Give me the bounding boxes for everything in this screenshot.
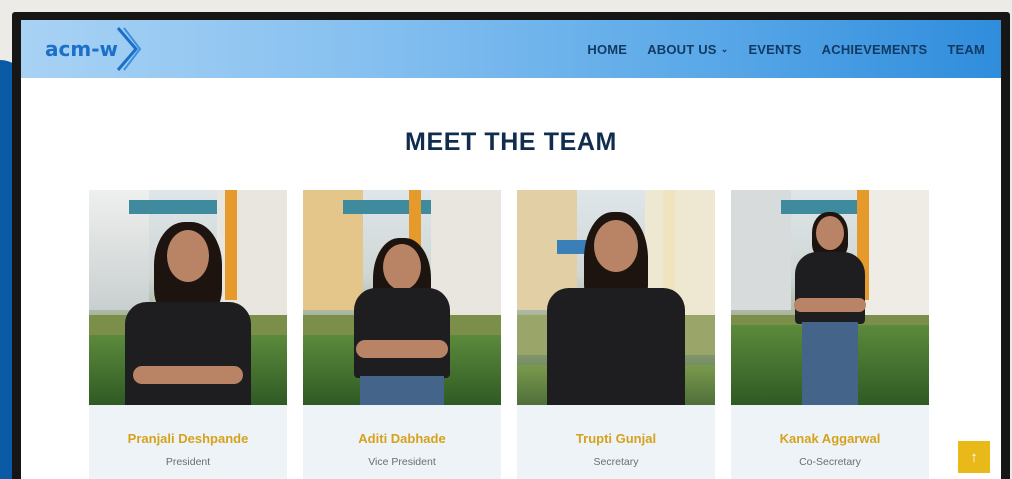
nav-events-label: EVENTS xyxy=(748,41,802,57)
team-card-info: Trupti Gunjal Secretary xyxy=(517,405,715,479)
logo-diamond-icon xyxy=(116,27,142,71)
team-member-photo xyxy=(303,190,501,405)
member-role: Co-Secretary xyxy=(799,456,861,468)
nav-events[interactable]: EVENTS xyxy=(748,42,801,57)
team-card[interactable]: Aditi Dabhade Vice President xyxy=(303,190,501,479)
member-role: Vice President xyxy=(368,456,436,468)
nav-about-us-label: ABOUT US xyxy=(647,41,717,57)
team-card-info: Pranjali Deshpande President xyxy=(89,405,287,479)
member-role: Secretary xyxy=(593,456,639,468)
navbar: acm-w HOME ABOUT US ⌄ EVENTS ACHIEVEMENT… xyxy=(21,20,1001,78)
member-name: Aditi Dabhade xyxy=(358,431,446,446)
nav-team-label: TEAM xyxy=(947,41,985,57)
team-card[interactable]: Pranjali Deshpande President xyxy=(89,190,287,479)
member-name: Kanak Aggarwal xyxy=(779,431,881,446)
section-title: MEET THE TEAM xyxy=(405,128,617,156)
team-card-info: Aditi Dabhade Vice President xyxy=(303,405,501,479)
member-name: Trupti Gunjal xyxy=(575,431,657,446)
logo-text: acm-w xyxy=(45,37,118,61)
team-member-photo xyxy=(89,190,287,405)
main-nav: HOME ABOUT US ⌄ EVENTS ACHIEVEMENTS TEAM xyxy=(587,42,985,57)
arrow-up-icon: ↑ xyxy=(970,448,978,466)
web-page: acm-w HOME ABOUT US ⌄ EVENTS ACHIEVEMENT… xyxy=(21,20,1001,479)
team-grid: Pranjali Deshpande President Aditi Dabha… xyxy=(89,190,929,479)
team-card[interactable]: Trupti Gunjal Secretary xyxy=(517,190,715,479)
team-card[interactable]: Kanak Aggarwal Co-Secretary xyxy=(731,190,929,479)
team-card-info: Kanak Aggarwal Co-Secretary xyxy=(731,405,929,479)
nav-about-us[interactable]: ABOUT US ⌄ xyxy=(647,42,728,57)
nav-achievements-label: ACHIEVEMENTS xyxy=(821,41,928,57)
logo[interactable]: acm-w xyxy=(45,20,142,78)
nav-home[interactable]: HOME xyxy=(587,42,627,57)
team-member-photo xyxy=(517,190,715,405)
nav-team[interactable]: TEAM xyxy=(947,42,985,57)
member-name: Pranjali Deshpande xyxy=(127,431,249,446)
nav-home-label: HOME xyxy=(587,41,628,57)
chevron-down-icon: ⌄ xyxy=(720,43,729,54)
member-role: President xyxy=(165,456,211,468)
nav-achievements[interactable]: ACHIEVEMENTS xyxy=(822,42,928,57)
team-member-photo xyxy=(731,190,929,405)
scroll-to-top-button[interactable]: ↑ xyxy=(958,441,990,473)
